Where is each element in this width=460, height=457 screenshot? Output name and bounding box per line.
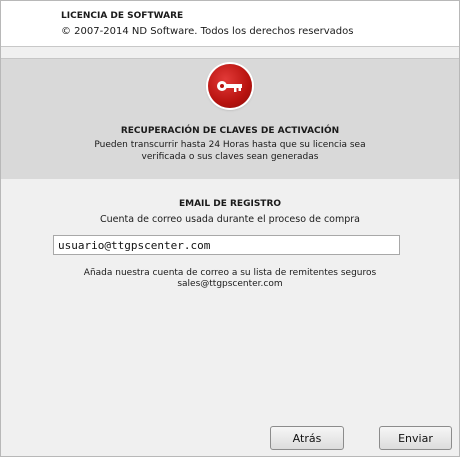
safe-senders-text: Añada nuestra cuenta de correo a su list… xyxy=(83,268,377,278)
recovery-description-line-2: verificada o sus claves sean generadas xyxy=(141,152,319,162)
email-description: Cuenta de correo usada durante el proces… xyxy=(99,214,361,225)
email-field[interactable] xyxy=(53,235,400,255)
safe-senders-note: Añada nuestra cuenta de correo a su list… xyxy=(1,268,459,290)
email-section: EMAIL DE REGISTRO Cuenta de correo usada… xyxy=(1,179,459,409)
button-bar: Atrás Enviar xyxy=(1,411,459,456)
license-header: LICENCIA DE SOFTWARE © 2007-2014 ND Soft… xyxy=(1,1,459,47)
key-glyph xyxy=(217,81,242,92)
activation-panel: RECUPERACIÓN DE CLAVES DE ACTIVACIÓN Pue… xyxy=(1,58,459,180)
recovery-description: Pueden transcurrir hasta 24 Horas hasta … xyxy=(1,139,459,163)
send-button[interactable]: Enviar xyxy=(379,426,452,450)
key-icon xyxy=(208,64,252,108)
sales-email-address: sales@ttgpscenter.com xyxy=(177,279,283,289)
activation-window: LICENCIA DE SOFTWARE © 2007-2014 ND Soft… xyxy=(0,0,460,457)
recovery-title: RECUPERACIÓN DE CLAVES DE ACTIVACIÓN xyxy=(120,126,340,136)
recovery-description-line-1: Pueden transcurrir hasta 24 Horas hasta … xyxy=(94,140,366,150)
license-title: LICENCIA DE SOFTWARE xyxy=(61,11,184,21)
back-button[interactable]: Atrás xyxy=(270,426,344,450)
email-title: EMAIL DE REGISTRO xyxy=(178,199,282,209)
copyright-text: © 2007-2014 ND Software. Todos los derec… xyxy=(61,26,354,37)
